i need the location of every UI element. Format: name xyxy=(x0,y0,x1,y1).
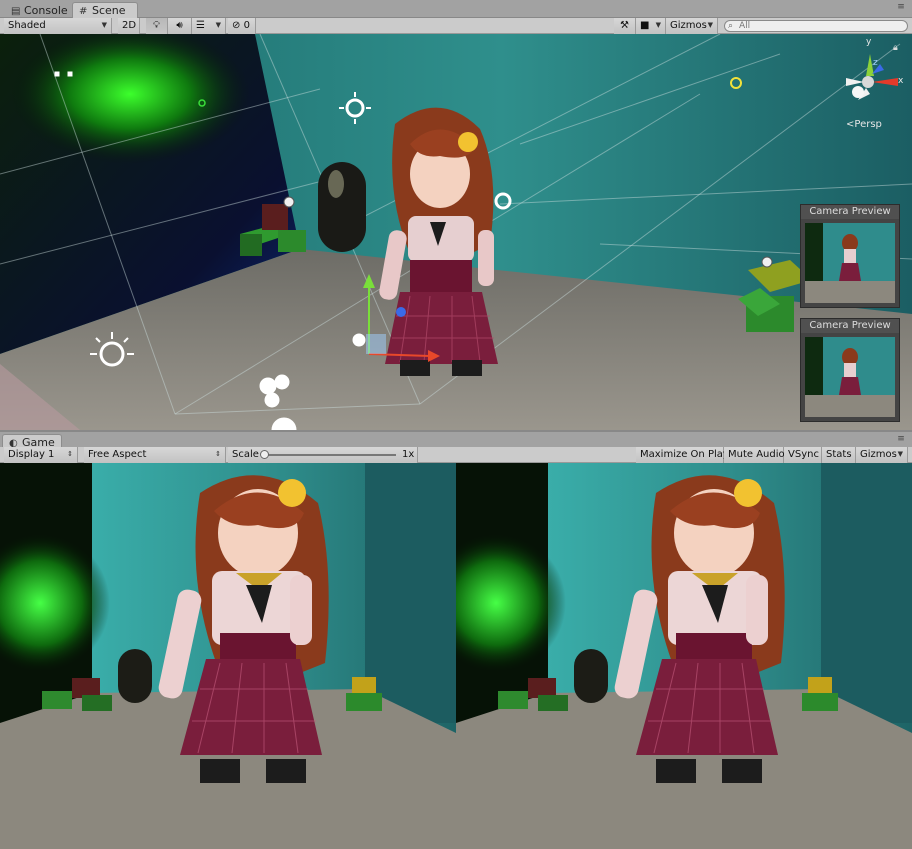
lock-icon[interactable]: 🔒︎ xyxy=(893,43,898,53)
vsync-label: VSync xyxy=(788,449,819,460)
scale-slider-track[interactable] xyxy=(264,454,396,456)
camera-preview-title: Camera Preview xyxy=(801,319,899,333)
view-mode-toggle[interactable]: <Persp xyxy=(846,119,882,130)
game-toolbar: Display 1 ⇕ Free Aspect ⇕ Scale 1x Maxim… xyxy=(0,447,912,463)
camera-preview-1: Camera Preview xyxy=(800,204,900,308)
game-render-left xyxy=(0,463,456,849)
maximize-on-play-toggle[interactable]: Maximize On Play xyxy=(636,447,729,463)
tab-console[interactable]: ▤ Console xyxy=(4,2,70,18)
scale-control: Scale 1x xyxy=(228,447,418,463)
updown-arrow-icon: ⇕ xyxy=(215,450,221,458)
camera-preview-image xyxy=(805,337,895,417)
scene-viewport[interactable]: y x z 🔒︎ <Persp Camera Preview Camera Pr… xyxy=(0,34,912,430)
scene-gizmos-dropdown[interactable]: Gizmos ▼ xyxy=(666,18,718,34)
camera-icon: ■ xyxy=(640,20,650,31)
vsync-toggle[interactable]: VSync xyxy=(784,447,822,463)
game-gizmos-label: Gizmos xyxy=(860,449,897,460)
draw-mode-dropdown[interactable]: Shaded ▼ xyxy=(4,18,112,34)
scene-toolbar: Shaded ▼ 2D 💡︎ 🔊︎ ☰ ▼ ⊘ 0 ⚒ ■ ▼ Gizmos ▼… xyxy=(0,18,912,34)
lightbulb-icon: 💡︎ xyxy=(153,20,160,31)
dropdown-arrow-icon: ▼ xyxy=(707,21,713,29)
mute-audio-label: Mute Audio xyxy=(728,449,785,460)
game-view-left[interactable] xyxy=(0,463,456,849)
dropdown-arrow-icon: ▼ xyxy=(215,21,221,29)
eye-slash-icon: ⊘ xyxy=(232,20,241,31)
hidden-objects-toggle[interactable]: ⊘ 0 xyxy=(228,18,256,34)
mode-2d-toggle[interactable]: 2D xyxy=(118,18,140,34)
maximize-on-play-label: Maximize On Play xyxy=(640,449,729,460)
mode-2d-label: 2D xyxy=(122,20,137,31)
scene-gizmos-label: Gizmos xyxy=(670,20,707,31)
tools-icon: ⚒ xyxy=(620,20,629,31)
scene-tabbar: ▤ Console # Scene ≡ xyxy=(0,0,912,18)
dropdown-arrow-icon: ▼ xyxy=(655,21,661,29)
panel-menu-icon[interactable]: ≡ xyxy=(896,435,906,445)
camera-dropdown[interactable]: ■ ▼ xyxy=(636,18,666,34)
draw-mode-value: Shaded xyxy=(8,20,46,31)
effects-icon: ☰ xyxy=(196,20,205,31)
console-icon: ▤ xyxy=(11,6,21,17)
scene-grid-icon: # xyxy=(79,6,88,17)
scene-render xyxy=(0,34,912,430)
camera-preview-2: Camera Preview xyxy=(800,318,900,422)
hidden-count: 0 xyxy=(243,20,250,31)
scale-label: Scale xyxy=(232,449,259,460)
aspect-dropdown[interactable]: Free Aspect ⇕ xyxy=(84,447,226,463)
tab-scene-label: Scene xyxy=(92,4,126,17)
game-gizmos-dropdown[interactable]: Gizmos ▼ xyxy=(856,447,908,463)
game-render-right xyxy=(456,463,912,849)
display-value: Display 1 xyxy=(8,449,55,460)
effects-dropdown[interactable]: ☰ ▼ xyxy=(192,18,226,34)
updown-arrow-icon: ⇕ xyxy=(67,450,73,458)
mute-audio-toggle[interactable]: Mute Audio xyxy=(724,447,785,463)
dropdown-arrow-icon: ▼ xyxy=(101,21,107,29)
camera-preview-image xyxy=(805,223,895,303)
tab-scene[interactable]: # Scene xyxy=(72,2,138,18)
dropdown-arrow-icon: ▼ xyxy=(897,450,903,458)
scale-slider-thumb[interactable] xyxy=(260,450,269,459)
camera-preview-title: Camera Preview xyxy=(801,205,899,219)
scale-value: 1x xyxy=(402,449,415,460)
stats-label: Stats xyxy=(826,449,852,460)
game-view-right[interactable] xyxy=(456,463,912,849)
stats-toggle[interactable]: Stats xyxy=(822,447,856,463)
gizmo-y-label: y xyxy=(866,37,872,47)
speaker-icon: 🔊︎ xyxy=(176,20,183,31)
gizmo-z-label: z xyxy=(873,58,878,68)
tab-console-label: Console xyxy=(24,4,68,17)
display-dropdown[interactable]: Display 1 ⇕ xyxy=(4,447,78,463)
view-mode-label: Persp xyxy=(854,119,882,130)
panel-menu-icon[interactable]: ≡ xyxy=(896,3,906,13)
tools-button[interactable]: ⚒ xyxy=(614,18,636,34)
lighting-toggle[interactable]: 💡︎ xyxy=(146,18,168,34)
gizmo-x-label: x xyxy=(898,76,904,86)
search-icon: ⌕ xyxy=(728,21,734,31)
hierarchy-search-input[interactable]: ⌕ All xyxy=(724,20,908,32)
aspect-value: Free Aspect xyxy=(88,449,147,460)
search-placeholder: All xyxy=(739,21,751,31)
audio-toggle[interactable]: 🔊︎ xyxy=(168,18,192,34)
